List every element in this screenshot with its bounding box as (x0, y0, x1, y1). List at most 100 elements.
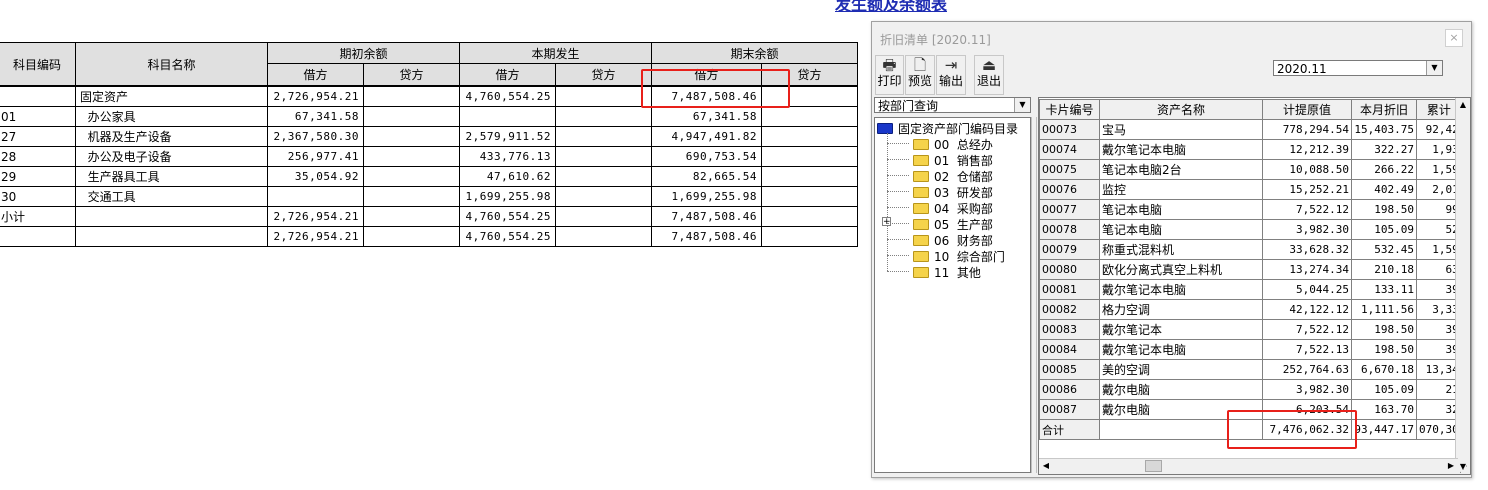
scroll-up-icon[interactable]: ▲ (1456, 98, 1470, 112)
table-row[interactable]: 00082 格力空调 42,122.12 1,111.56 3,33 (1039, 299, 1462, 320)
tree-node-label: 05 生产部 (934, 218, 993, 232)
tree-node-label: 01 销售部 (934, 154, 993, 168)
grid-cell: 1,111.56 (1351, 299, 1417, 320)
grid-cell: 欧化分离式真空上料机 (1099, 259, 1263, 280)
tree-node-label: 00 总经办 (934, 138, 993, 152)
department-tree: 固定资产部门编码目录 + 00 总经办 01 销售部 02 仓储部 03 研发部 04 … (874, 117, 1031, 473)
header-original-value[interactable]: 计提原值 (1262, 99, 1352, 120)
table-row[interactable]: 28 办公及电子设备 256,977.41 433,776.13 690,753.54 (0, 146, 858, 167)
tree-node[interactable]: 10 综合部门 (913, 248, 1005, 264)
header-monthly-depreciation[interactable]: 本月折旧 (1351, 99, 1417, 120)
cell-cc (555, 226, 652, 247)
header-asset-name[interactable]: 资产名称 (1099, 99, 1263, 120)
resize-grip-icon[interactable]: ⋰ (1459, 465, 1469, 475)
table-row[interactable]: 00074 戴尔笔记本电脑 12,212.39 322.27 1,93 (1039, 139, 1462, 160)
table-row[interactable]: 00085 美的空调 252,764.63 6,670.18 13,34 (1039, 359, 1462, 380)
cell-ed: 690,753.54 (651, 146, 762, 167)
table-row[interactable]: 00073 宝马 778,294.54 15,403.75 92,42 (1039, 119, 1462, 140)
scroll-left-icon[interactable]: ◀ (1039, 459, 1053, 473)
printer-icon: 🖶 (882, 56, 897, 74)
grid-cell: 00078 (1039, 219, 1100, 240)
chevron-down-icon[interactable]: ▼ (1426, 61, 1442, 75)
chevron-down-icon[interactable]: ▼ (1014, 98, 1030, 112)
total-cell: 93,447.17 (1351, 419, 1417, 440)
tree-node[interactable]: 03 研发部 (913, 184, 993, 200)
table-row[interactable]: 00086 戴尔电脑 3,982.30 105.09 21 (1039, 379, 1462, 400)
horizontal-scrollbar[interactable]: ◀ ▶ (1039, 458, 1458, 474)
tree-node[interactable]: 01 销售部 (913, 152, 993, 168)
export-button[interactable]: ⇥ 输出 (936, 55, 966, 95)
grid-cell: 戴尔笔记本电脑 (1099, 139, 1263, 160)
exit-button[interactable]: ⏏ 退出 (974, 55, 1004, 95)
header-card-no[interactable]: 卡片编号 (1039, 99, 1100, 120)
scroll-right-icon[interactable]: ▶ (1444, 459, 1458, 473)
table-row[interactable]: 01 办公家具 67,341.58 67,341.58 (0, 106, 858, 127)
cell-cc (555, 126, 652, 147)
table-row[interactable]: 小计 2,726,954.21 4,760,554.25 7,487,508.46 (0, 206, 858, 227)
grid-cell: 00076 (1039, 179, 1100, 200)
table-row[interactable]: 00077 笔记本电脑 7,522.12 198.50 99 (1039, 199, 1462, 220)
tree-root[interactable]: 固定资产部门编码目录 (877, 120, 1018, 137)
cell-code (0, 85, 76, 107)
table-row[interactable]: 00079 称重式混料机 33,628.32 532.45 1,59 (1039, 239, 1462, 260)
tree-connector (887, 159, 909, 160)
panel-splitter[interactable] (1031, 117, 1037, 473)
preview-button[interactable]: 🗋 预览 (905, 55, 935, 95)
grid-cell: 00086 (1039, 379, 1100, 400)
tree-node[interactable]: 06 财务部 (913, 232, 993, 248)
cell-ec (761, 186, 858, 207)
cell-ed: 82,665.54 (651, 166, 762, 187)
tree-node[interactable]: 05 生产部 (913, 216, 993, 232)
header-debit: 借方 (267, 63, 364, 87)
grid-cell: 00074 (1039, 139, 1100, 160)
close-icon[interactable]: × (1445, 29, 1463, 47)
cell-oc (363, 166, 460, 187)
exit-icon: ⏏ (981, 56, 997, 74)
cell-code (0, 226, 76, 247)
table-row[interactable]: 27 机器及生产设备 2,367,580.30 2,579,911.52 4,947,… (0, 126, 858, 147)
grid-cell: 3,982.30 (1262, 219, 1352, 240)
table-row[interactable]: 00081 戴尔笔记本电脑 5,044.25 133.11 39 (1039, 279, 1462, 300)
table-row[interactable]: 30 交通工具 1,699,255.98 1,699,255.98 (0, 186, 858, 207)
table-row[interactable]: 00076 监控 15,252.21 402.49 2,01 (1039, 179, 1462, 200)
expand-icon[interactable]: + (882, 217, 891, 227)
tree-node-label: 03 研发部 (934, 186, 993, 200)
header-debit: 借方 (459, 63, 556, 87)
table-row[interactable]: 00083 戴尔笔记本 7,522.12 198.50 39 (1039, 319, 1462, 340)
table-row[interactable]: 00078 笔记本电脑 3,982.30 105.09 52 (1039, 219, 1462, 240)
tree-node[interactable]: 11 其他 (913, 264, 981, 280)
cell-od (267, 186, 364, 207)
folder-icon (913, 155, 929, 166)
grid-cell: 00085 (1039, 359, 1100, 380)
total-row[interactable]: 合计 7,476,062.32 93,447.17 070,30 (1039, 419, 1462, 440)
cell-oc (363, 186, 460, 207)
scroll-thumb[interactable] (1145, 460, 1162, 472)
grid-cell: 12,212.39 (1262, 139, 1352, 160)
table-row[interactable]: 固定资产 2,726,954.21 4,760,554.25 7,487,508.46 (0, 85, 858, 107)
query-mode-select[interactable]: 按部门查询 ▼ (874, 97, 1031, 113)
tree-node[interactable]: 04 采购部 (913, 200, 993, 216)
folder-icon (913, 187, 929, 198)
table-row[interactable]: 00084 戴尔笔记本电脑 7,522.13 198.50 39 (1039, 339, 1462, 360)
tree-node[interactable]: 02 仓储部 (913, 168, 993, 184)
grid-cell: 13,274.34 (1262, 259, 1352, 280)
cell-code: 29 (0, 166, 76, 187)
period-select[interactable]: 2020.11 ▼ (1273, 60, 1443, 76)
table-row[interactable]: 00080 欧化分离式真空上料机 13,274.34 210.18 63 (1039, 259, 1462, 280)
cell-od: 35,054.92 (267, 166, 364, 187)
header-credit: 贷方 (363, 63, 460, 87)
table-row[interactable]: 29 生产器具工具 35,054.92 47,610.62 82,665.54 (0, 166, 858, 187)
grid-cell: 210.18 (1351, 259, 1417, 280)
cell-name: 固定资产 (75, 85, 268, 107)
tree-node-label: 04 采购部 (934, 202, 993, 216)
page-title[interactable]: 发生额及余额表 (835, 0, 947, 15)
table-row[interactable]: 00087 戴尔电脑 6,203.54 163.70 32 (1039, 399, 1462, 420)
table-row[interactable]: 2,726,954.21 4,760,554.25 7,487,508.46 (0, 226, 858, 247)
table-row[interactable]: 00075 笔记本电脑2台 10,088.50 266.22 1,59 (1039, 159, 1462, 180)
total-cell: 7,476,062.32 (1262, 419, 1352, 440)
vertical-scrollbar[interactable]: ▲ ▼ (1455, 98, 1470, 474)
exit-label: 退出 (976, 74, 1001, 88)
tree-node[interactable]: 00 总经办 (913, 136, 993, 152)
cell-name: 交通工具 (75, 186, 268, 207)
print-button[interactable]: 🖶 打印 (875, 55, 904, 95)
